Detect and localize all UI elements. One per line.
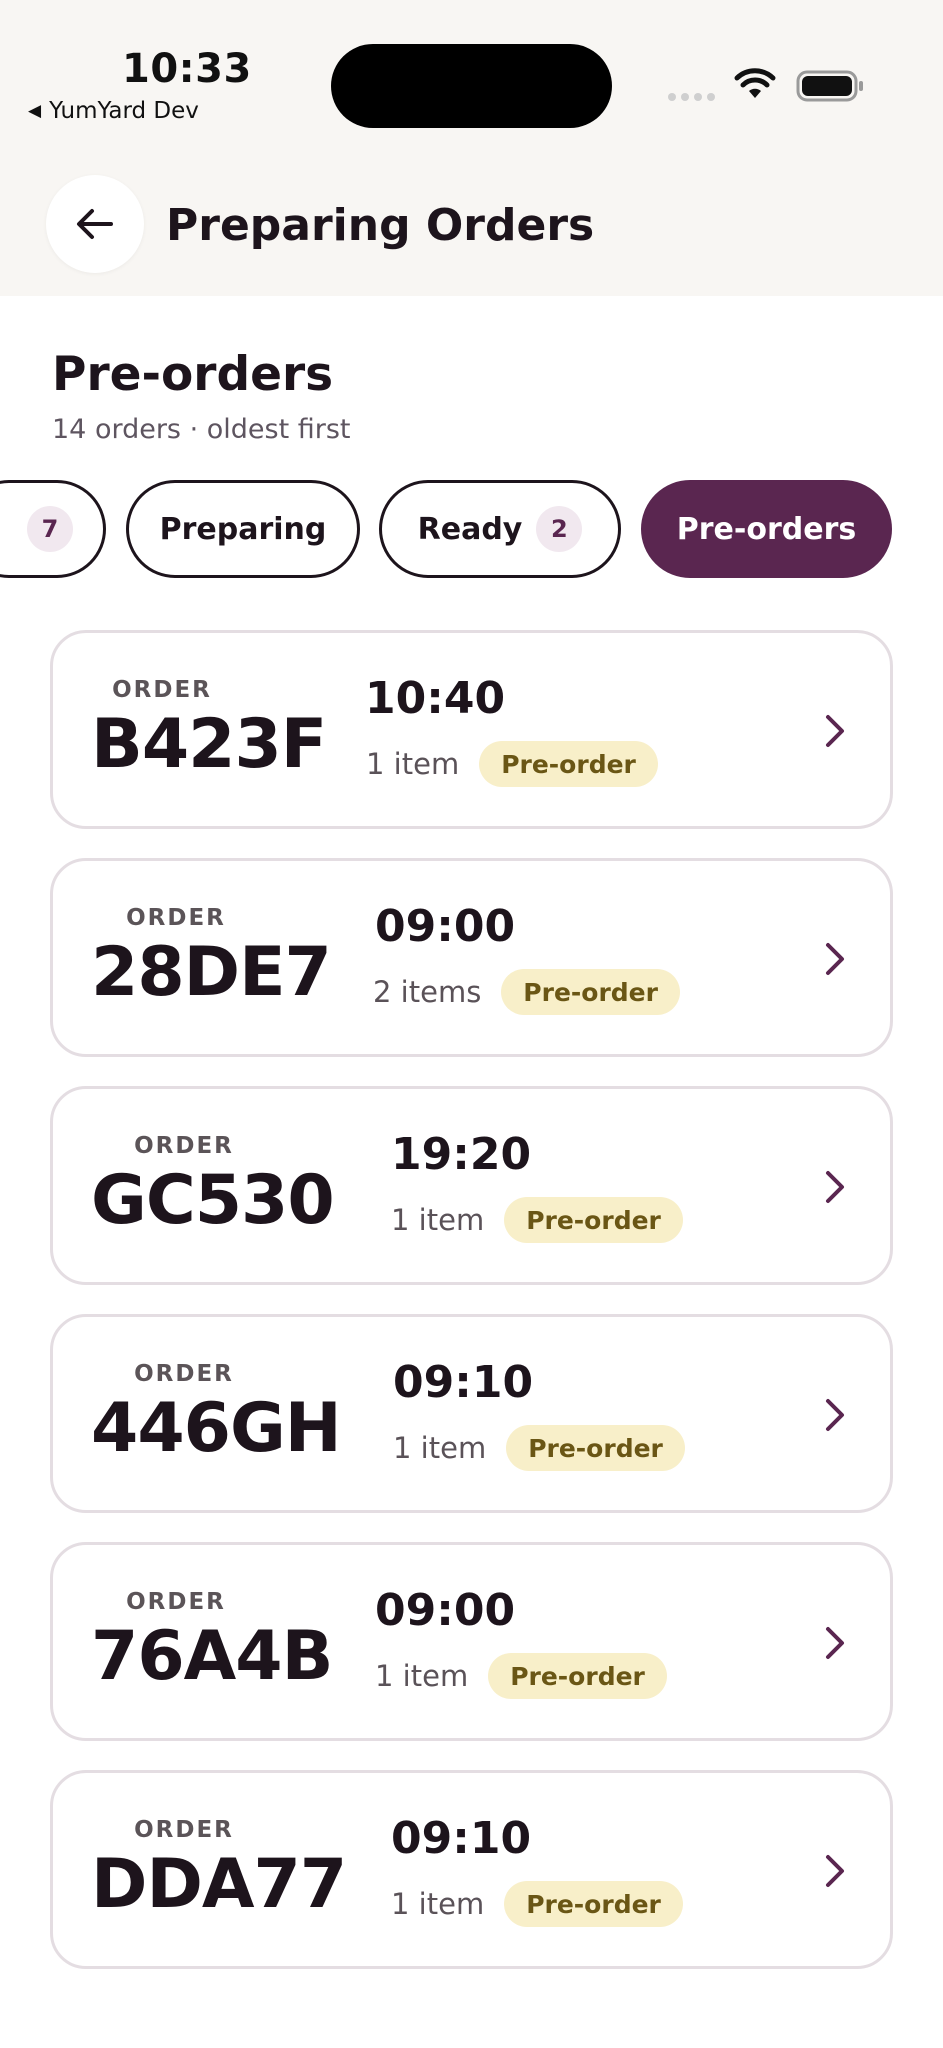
order-label: ORDER [134,1133,234,1159]
order-time: 09:00 [375,1585,516,1636]
item-count: 1 item [391,1203,485,1237]
chevron-right-icon [826,1399,844,1431]
order-time: 10:40 [365,673,506,724]
dynamic-island [331,44,612,128]
battery-icon [796,70,863,102]
arrow-left-icon [77,209,113,239]
order-code: 76A4B [91,1617,333,1696]
filter-chip-row[interactable]: 7 Preparing Ready 2 Pre-orders [0,480,943,580]
order-code: 28DE7 [91,933,332,1012]
pre-order-badge: Pre-order [479,741,658,787]
section-title: Pre-orders [52,347,334,402]
order-label: ORDER [126,905,226,931]
order-time: 09:10 [391,1813,532,1864]
filter-chip-preparing[interactable]: Preparing [126,480,360,578]
order-meta: 1 item Pre-order [366,741,658,787]
pre-order-badge: Pre-order [504,1197,683,1243]
back-triangle-icon: ◀ [28,101,42,121]
order-time: 19:20 [391,1129,532,1180]
order-meta: 1 item Pre-order [391,1881,683,1927]
order-time: 09:10 [393,1357,534,1408]
order-label: ORDER [112,677,212,703]
back-to-app-link[interactable]: ◀ YumYard Dev [28,98,199,124]
filter-chip-partial[interactable]: 7 [0,480,106,578]
app-screen: 10:33 ◀ YumYard Dev Preparing Orders Pre… [0,0,943,2048]
order-label: ORDER [126,1589,226,1615]
order-code: B423F [91,705,327,784]
chevron-right-icon [826,715,844,747]
page-title: Preparing Orders [166,200,595,251]
pre-order-badge: Pre-order [488,1653,667,1699]
pre-order-badge: Pre-order [501,969,680,1015]
pre-order-badge: Pre-order [506,1425,685,1471]
order-card[interactable]: ORDER 446GH 09:10 1 item Pre-order [50,1314,893,1513]
order-label: ORDER [134,1817,234,1843]
status-time: 10:33 [122,46,252,92]
order-code: 446GH [91,1389,342,1468]
order-card[interactable]: ORDER 28DE7 09:00 2 items Pre-order [50,858,893,1057]
filter-chip-label: Ready [417,511,523,547]
item-count: 1 item [366,747,460,781]
item-count: 1 item [375,1659,469,1693]
order-card[interactable]: ORDER GC530 19:20 1 item Pre-order [50,1086,893,1285]
cellular-signal-icon [668,93,715,101]
filter-count-badge: 2 [536,506,583,552]
item-count: 1 item [391,1887,485,1921]
order-label: ORDER [134,1361,234,1387]
filter-chip-pre-orders[interactable]: Pre-orders [641,480,892,578]
filter-chip-label: Preparing [159,511,327,547]
order-code: GC530 [91,1161,335,1240]
order-card[interactable]: ORDER 76A4B 09:00 1 item Pre-order [50,1542,893,1741]
chevron-right-icon [826,943,844,975]
order-meta: 1 item Pre-order [393,1425,685,1471]
chevron-right-icon [826,1171,844,1203]
order-meta: 1 item Pre-order [391,1197,683,1243]
header-area: 10:33 ◀ YumYard Dev Preparing Orders [0,0,943,296]
order-meta: 2 items Pre-order [373,969,680,1015]
order-code: DDA77 [91,1845,347,1924]
order-card[interactable]: ORDER DDA77 09:10 1 item Pre-order [50,1770,893,1969]
back-button[interactable] [46,175,144,273]
chevron-right-icon [826,1855,844,1887]
order-meta: 1 item Pre-order [375,1653,667,1699]
order-card[interactable]: ORDER B423F 10:40 1 item Pre-order [50,630,893,829]
chevron-right-icon [826,1627,844,1659]
filter-chip-ready[interactable]: Ready 2 [379,480,621,578]
pre-order-badge: Pre-order [504,1881,683,1927]
back-app-label: YumYard Dev [49,98,199,124]
filter-chip-label: Pre-orders [676,511,857,547]
item-count: 1 item [393,1431,487,1465]
wifi-icon [734,68,776,98]
section-subtitle: 14 orders · oldest first [52,414,351,445]
item-count: 2 items [373,975,482,1009]
filter-count-badge: 7 [27,506,73,552]
order-time: 09:00 [375,901,516,952]
